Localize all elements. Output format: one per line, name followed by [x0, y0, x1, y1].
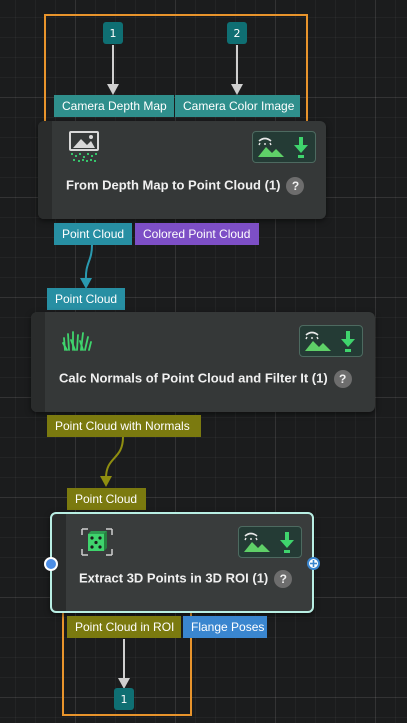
node-depth-map-to-point-cloud[interactable]: From Depth Map to Point Cloud (1)?: [38, 121, 326, 219]
input-port-point-cloud-roi-node-label: Point Cloud: [75, 492, 138, 506]
input-port-camera-color-image-label: Camera Color Image: [183, 99, 295, 113]
node-title: Calc Normals of Point Cloud and Filter I…: [59, 370, 352, 388]
node-extract-3d-points-roi[interactable]: Extract 3D Points in 3D ROI (1)?: [50, 512, 314, 613]
output-port-colored-point-cloud-label: Colored Point Cloud: [143, 227, 251, 241]
input-port-camera-color-image[interactable]: Camera Color Image: [175, 95, 300, 117]
node-stripe: [38, 121, 52, 219]
output-port-flange-poses[interactable]: Flange Poses: [183, 616, 267, 638]
output-port-point-cloud-in-roi[interactable]: Point Cloud in ROI: [67, 616, 181, 638]
normals-icon: [62, 328, 92, 352]
node-controls: [252, 131, 316, 163]
input-badge-2-label: 2: [233, 26, 241, 40]
output-port-point-cloud-label: Point Cloud: [62, 227, 125, 241]
node-title: From Depth Map to Point Cloud (1)?: [66, 177, 305, 195]
output-port-point-cloud-with-normals-label: Point Cloud with Normals: [55, 419, 190, 433]
node-controls: [238, 526, 302, 558]
input-badge-1-label: 1: [109, 26, 117, 40]
input-port-point-cloud-normals-node[interactable]: Point Cloud: [47, 288, 125, 310]
visualize-icon[interactable]: [257, 135, 285, 159]
input-port-point-cloud-roi-node[interactable]: Point Cloud: [67, 488, 146, 510]
graph-canvas[interactable]: 1 2 From Depth Map to Point Cloud (1) ? …: [0, 0, 407, 723]
output-port-point-cloud-in-roi-label: Point Cloud in ROI: [75, 620, 175, 634]
add-port-icon[interactable]: [307, 557, 320, 570]
help-icon[interactable]: ?: [274, 570, 293, 588]
output-badge-1-label: 1: [120, 692, 128, 706]
roi-cube-icon: [80, 527, 114, 557]
input-port-point-cloud-normals-node-label: Point Cloud: [55, 292, 118, 306]
input-port-camera-depth-map-label: Camera Depth Map: [62, 99, 167, 113]
input-badge-2[interactable]: 2: [227, 22, 247, 44]
node-title: Extract 3D Points in 3D ROI (1)?: [79, 570, 293, 588]
download-icon[interactable]: [277, 530, 297, 554]
output-port-flange-poses-label: Flange Poses: [191, 620, 265, 634]
help-icon[interactable]: ?: [286, 177, 305, 195]
output-port-point-cloud[interactable]: Point Cloud: [54, 223, 132, 245]
output-badge-1[interactable]: 1: [114, 688, 134, 710]
left-side-port[interactable]: [44, 557, 58, 571]
visualize-icon[interactable]: [304, 329, 332, 353]
visualize-icon[interactable]: [243, 530, 271, 554]
wire-point-cloud-with-normals[interactable]: [100, 436, 124, 487]
help-icon[interactable]: ?: [333, 370, 352, 388]
node-title-text: From Depth Map to Point Cloud (1): [66, 177, 281, 193]
input-badge-1[interactable]: 1: [103, 22, 123, 44]
input-port-camera-depth-map[interactable]: Camera Depth Map: [54, 95, 174, 117]
node-calc-normals[interactable]: Calc Normals of Point Cloud and Filter I…: [31, 312, 375, 412]
download-icon[interactable]: [291, 135, 311, 159]
node-controls: [299, 325, 363, 357]
download-icon[interactable]: [338, 329, 358, 353]
node-title-text: Extract 3D Points in 3D ROI (1): [79, 570, 269, 586]
output-port-point-cloud-with-normals[interactable]: Point Cloud with Normals: [47, 415, 201, 437]
wire-point-cloud[interactable]: [80, 244, 93, 289]
node-stripe: [31, 312, 45, 412]
output-port-colored-point-cloud[interactable]: Colored Point Cloud: [135, 223, 259, 245]
depth-map-icon: [69, 131, 99, 163]
node-title-text: Calc Normals of Point Cloud and Filter I…: [59, 370, 328, 386]
